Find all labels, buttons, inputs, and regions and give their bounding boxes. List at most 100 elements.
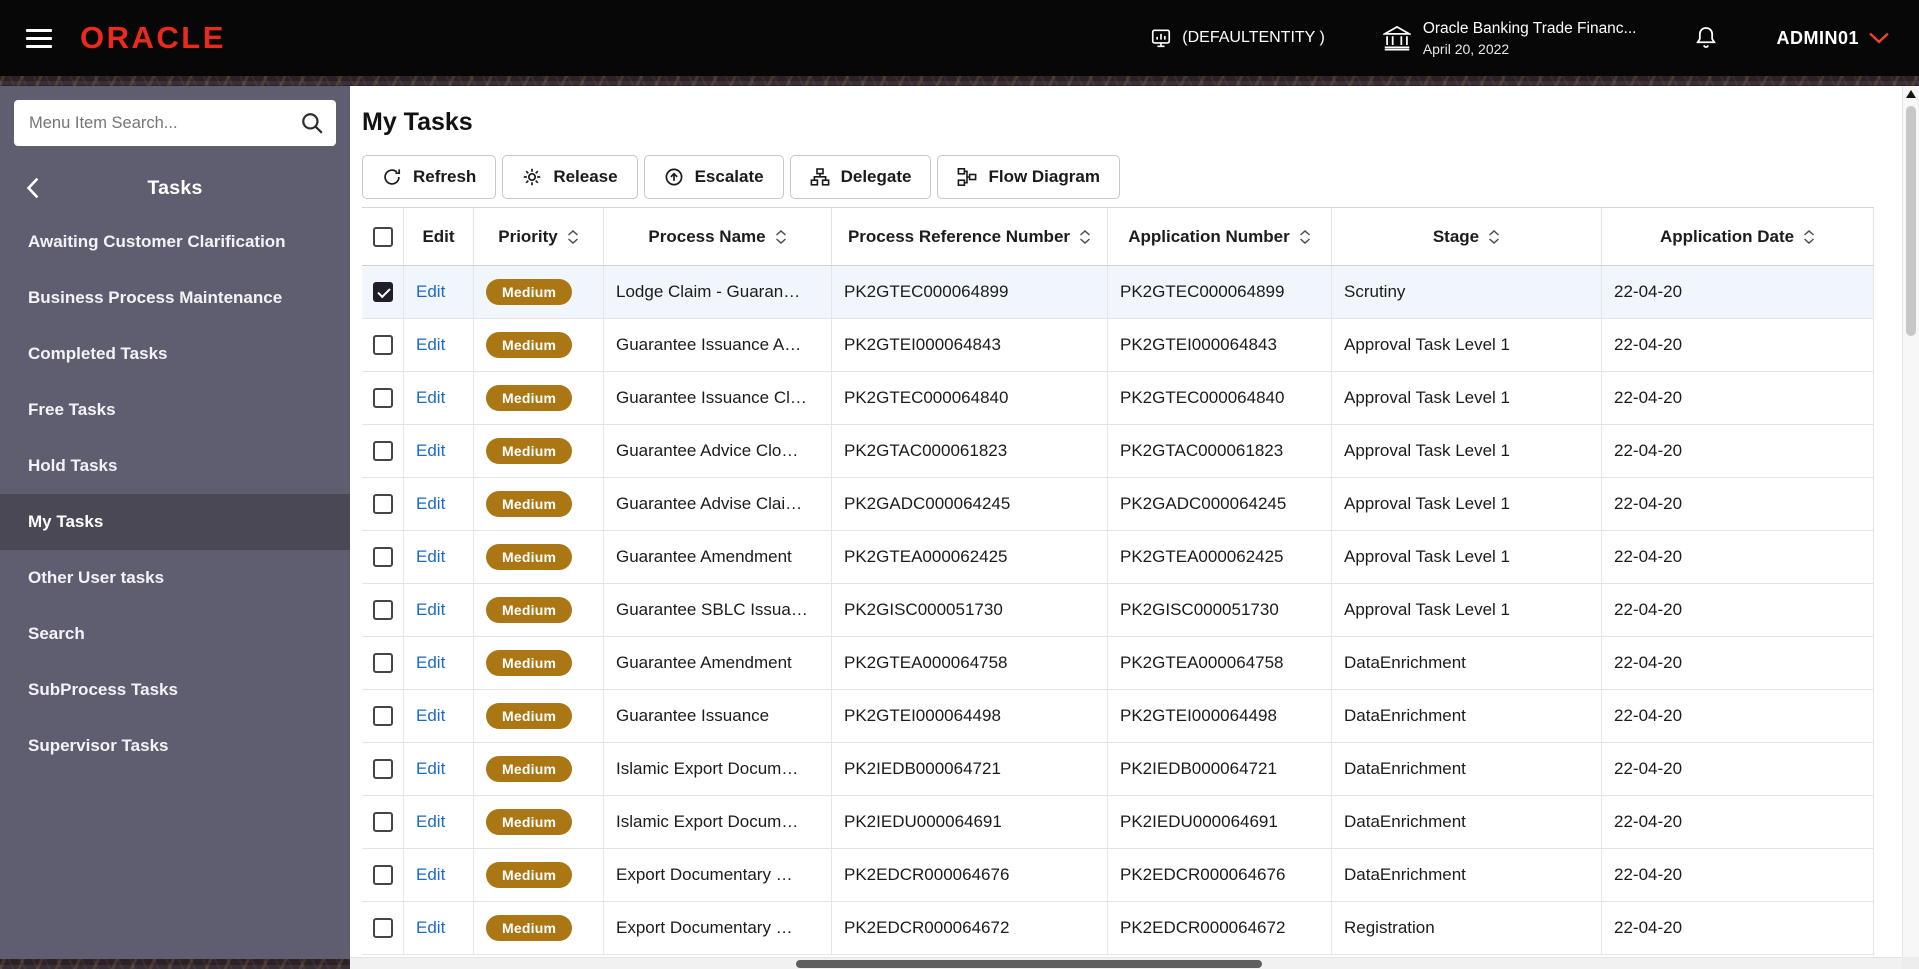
stage-cell: DataEnrichment	[1332, 690, 1602, 742]
sidebar-item-subprocess-tasks[interactable]: SubProcess Tasks	[0, 662, 350, 718]
row-checkbox[interactable]	[372, 706, 393, 726]
sidebar-item-search[interactable]: Search	[0, 606, 350, 662]
row-checkbox-cell[interactable]	[362, 690, 404, 742]
edit-link[interactable]: Edit	[416, 600, 445, 620]
row-checkbox-cell[interactable]	[362, 849, 404, 901]
sidebar-item-supervisor-tasks[interactable]: Supervisor Tasks	[0, 718, 350, 774]
sort-icon[interactable]	[1803, 229, 1815, 244]
column-header-application-date[interactable]: Application Date	[1602, 208, 1874, 265]
delegate-button[interactable]: Delegate	[789, 155, 932, 199]
entity-selector[interactable]: (DEFAULTENTITY )	[1150, 27, 1325, 49]
table-row: Edit Medium Guarantee Advise Clai… PK2GA…	[362, 478, 1874, 531]
edit-link[interactable]: Edit	[416, 335, 445, 355]
app-root: { "colors": { "brand_red": "#ea2a1d", "h…	[0, 0, 1919, 969]
edit-link[interactable]: Edit	[416, 812, 445, 832]
menu-search	[14, 100, 336, 146]
edit-link[interactable]: Edit	[416, 865, 445, 885]
edit-link[interactable]: Edit	[416, 441, 445, 461]
edit-link[interactable]: Edit	[416, 918, 445, 938]
sidebar-item-my-tasks[interactable]: My Tasks	[0, 494, 350, 550]
row-checkbox[interactable]	[372, 600, 393, 620]
row-checkbox-cell[interactable]	[362, 902, 404, 954]
column-header-priority[interactable]: Priority	[474, 208, 604, 265]
edit-link[interactable]: Edit	[416, 653, 445, 673]
application-date-cell: 22-04-20	[1602, 266, 1874, 318]
sort-icon[interactable]	[1079, 229, 1091, 244]
priority-badge: Medium	[486, 809, 573, 835]
sidebar-item-business-process-maintenance[interactable]: Business Process Maintenance	[0, 270, 350, 326]
horizontal-scrollbar-thumb[interactable]	[796, 960, 1262, 968]
edit-link[interactable]: Edit	[416, 282, 445, 302]
sidebar-menu: Awaiting Customer Clarification Business…	[0, 214, 350, 774]
table-header-row: Edit Priority Process Name Process Refer…	[362, 208, 1874, 266]
vertical-scrollbar-thumb[interactable]	[1906, 106, 1916, 336]
sidebar-item-hold-tasks[interactable]: Hold Tasks	[0, 438, 350, 494]
sort-icon[interactable]	[1488, 229, 1500, 244]
row-checkbox-cell[interactable]	[362, 319, 404, 371]
sidebar-item-awaiting-customer-clarification[interactable]: Awaiting Customer Clarification	[0, 214, 350, 270]
application-number-cell: PK2GTEI000064843	[1108, 319, 1332, 371]
column-header-stage[interactable]: Stage	[1332, 208, 1602, 265]
select-all-checkbox[interactable]	[362, 208, 404, 265]
application-number-cell: PK2GTEC000064840	[1108, 372, 1332, 424]
row-checkbox[interactable]	[372, 388, 393, 408]
stage-cell: Approval Task Level 1	[1332, 478, 1602, 530]
row-checkbox-cell[interactable]	[362, 425, 404, 477]
row-checkbox-cell[interactable]	[362, 796, 404, 848]
row-checkbox[interactable]	[372, 547, 393, 567]
row-checkbox[interactable]	[372, 441, 393, 461]
process-name-cell: Export Documentary …	[604, 902, 832, 954]
flow-diagram-button[interactable]: Flow Diagram	[937, 155, 1120, 199]
row-checkbox-cell[interactable]	[362, 266, 404, 318]
row-checkbox-cell[interactable]	[362, 372, 404, 424]
table-row: Edit Medium Export Documentary … PK2EDCR…	[362, 849, 1874, 902]
row-checkbox[interactable]	[372, 653, 393, 673]
process-name-cell: Guarantee Issuance Cl…	[604, 372, 832, 424]
bank-icon	[1382, 25, 1411, 51]
row-checkbox[interactable]	[372, 865, 393, 885]
application-number-cell: PK2EDCR000064672	[1108, 902, 1332, 954]
column-header-process-name[interactable]: Process Name	[604, 208, 832, 265]
sidebar-item-completed-tasks[interactable]: Completed Tasks	[0, 326, 350, 382]
row-checkbox[interactable]	[372, 494, 393, 514]
edit-link[interactable]: Edit	[416, 759, 445, 779]
sidebar-item-other-user-tasks[interactable]: Other User tasks	[0, 550, 350, 606]
search-icon[interactable]	[300, 111, 324, 135]
row-checkbox-cell[interactable]	[362, 478, 404, 530]
row-checkbox[interactable]	[372, 335, 393, 355]
hamburger-menu-icon[interactable]	[26, 28, 52, 48]
notifications-bell-icon[interactable]	[1694, 25, 1718, 51]
row-checkbox[interactable]	[372, 918, 393, 938]
row-checkbox[interactable]	[372, 759, 393, 779]
scroll-up-arrow-icon[interactable]	[1903, 86, 1919, 102]
release-button[interactable]: Release	[502, 155, 638, 199]
refresh-button[interactable]: Refresh	[362, 155, 497, 199]
main-content: My Tasks Refresh Release Escalate Delega…	[350, 86, 1919, 969]
edit-link[interactable]: Edit	[416, 388, 445, 408]
chevron-left-icon[interactable]	[26, 177, 40, 199]
escalate-button[interactable]: Escalate	[643, 155, 784, 199]
sort-icon[interactable]	[567, 229, 579, 244]
priority-badge: Medium	[486, 438, 573, 464]
column-header-process-reference-number[interactable]: Process Reference Number	[832, 208, 1108, 265]
user-menu[interactable]: ADMIN01	[1776, 28, 1889, 49]
edit-link[interactable]: Edit	[416, 706, 445, 726]
row-checkbox-cell[interactable]	[362, 584, 404, 636]
vertical-scrollbar[interactable]	[1902, 86, 1919, 957]
edit-link[interactable]: Edit	[416, 494, 445, 514]
edit-link[interactable]: Edit	[416, 547, 445, 567]
sort-icon[interactable]	[1299, 229, 1311, 244]
row-checkbox-cell[interactable]	[362, 637, 404, 689]
row-checkbox-cell[interactable]	[362, 531, 404, 583]
horizontal-scrollbar[interactable]	[350, 957, 1902, 969]
sort-icon[interactable]	[775, 229, 787, 244]
row-checkbox[interactable]	[372, 282, 393, 302]
application-date-cell: 22-04-20	[1602, 690, 1874, 742]
row-checkbox-cell[interactable]	[362, 743, 404, 795]
process-ref-cell: PK2GTEI000064843	[832, 319, 1108, 371]
row-checkbox[interactable]	[372, 812, 393, 832]
sidebar-item-free-tasks[interactable]: Free Tasks	[0, 382, 350, 438]
menu-search-input[interactable]	[14, 100, 336, 146]
priority-badge: Medium	[486, 491, 573, 517]
column-header-application-number[interactable]: Application Number	[1108, 208, 1332, 265]
